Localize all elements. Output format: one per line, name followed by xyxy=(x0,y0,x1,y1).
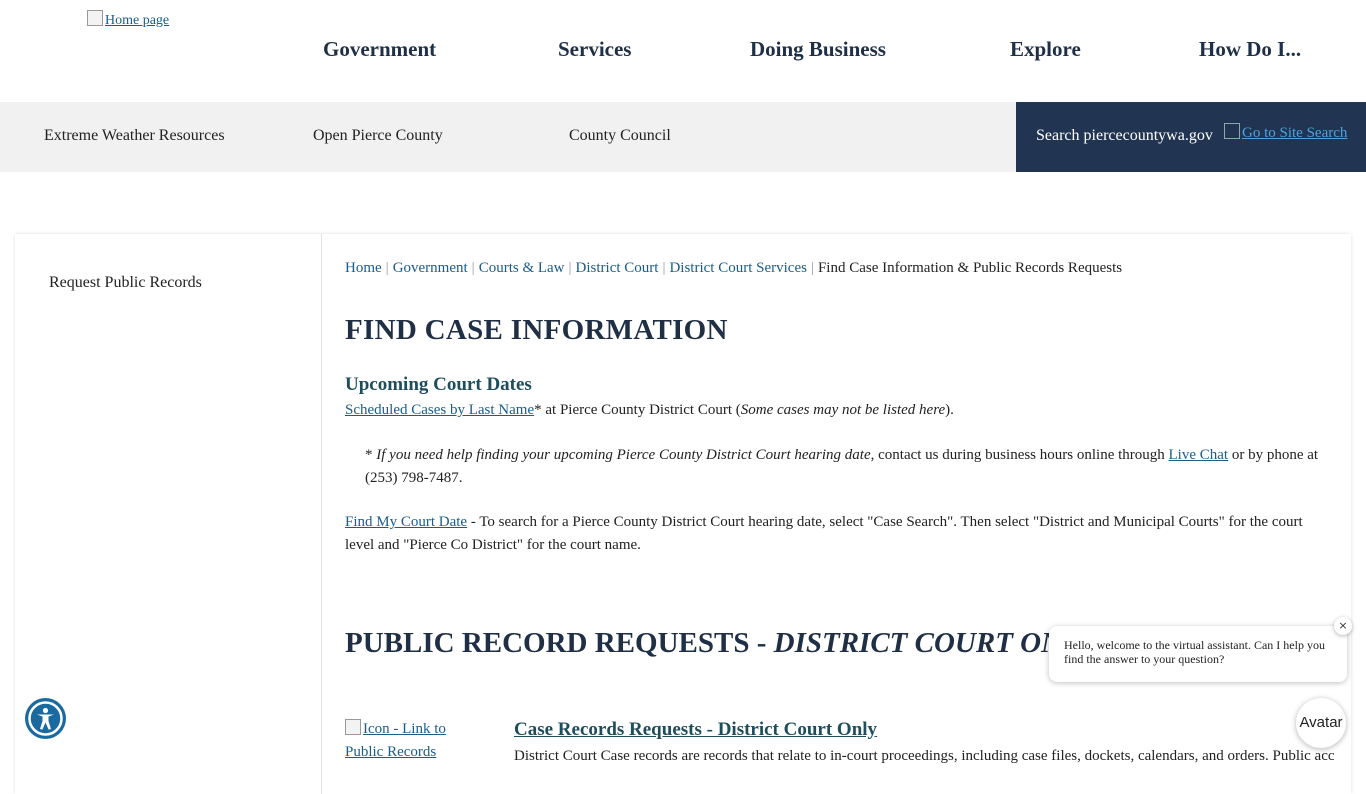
util-open-pierce-county[interactable]: Open Pierce County xyxy=(313,127,443,145)
chat-close-button[interactable]: × xyxy=(1334,617,1352,635)
breadcrumb-district-court-services[interactable]: District Court Services xyxy=(669,260,806,276)
utility-bar: Extreme Weather Resources Open Pierce Co… xyxy=(0,102,1016,172)
help-paragraph: * If you need help finding your upcoming… xyxy=(365,444,1325,490)
nav-government[interactable]: Government xyxy=(323,37,436,62)
public-records-title-plain: PUBLIC RECORD REQUESTS - xyxy=(345,627,774,659)
help-star: * xyxy=(365,447,377,463)
nav-how-do-i[interactable]: How Do I... xyxy=(1199,37,1301,62)
util-extreme-weather[interactable]: Extreme Weather Resources xyxy=(44,127,225,145)
nav-explore[interactable]: Explore xyxy=(1010,37,1081,62)
help-mid: , contact us during business hours onlin… xyxy=(870,447,1169,463)
breadcrumb: Home | Government | Courts & Law | District Co… xyxy=(345,260,1122,277)
logo-alt-text: Home page xyxy=(105,13,170,28)
breadcrumb-courts-law[interactable]: Courts & Law xyxy=(479,260,565,276)
content-card: Request Public Records Home | Government | C… xyxy=(15,234,1351,794)
breadcrumb-district-court[interactable]: District Court xyxy=(576,260,659,276)
broken-image-icon xyxy=(87,10,103,26)
nav-services[interactable]: Services xyxy=(558,37,631,62)
breadcrumb-separator: | xyxy=(810,260,814,276)
chat-message: Hello, welcome to the virtual assistant.… xyxy=(1064,638,1325,666)
main-nav: Government Services Doing Business Explo… xyxy=(0,37,1366,67)
chat-avatar-button[interactable]: Avatar xyxy=(1296,698,1346,748)
find-court-date-paragraph: Find My Court Date - To search for a Pie… xyxy=(345,511,1325,557)
page-title: FIND CASE INFORMATION xyxy=(345,314,728,346)
public-records-icon-link[interactable]: Icon - Link to Public Records xyxy=(345,718,465,764)
breadcrumb-separator: | xyxy=(471,260,475,276)
search-input[interactable]: Search piercecountywa.gov xyxy=(1036,127,1213,145)
public-records-title: PUBLIC RECORD REQUESTS - DISTRICT COURT … xyxy=(345,627,1096,660)
accessibility-icon[interactable] xyxy=(25,698,66,739)
sidebar-item-request-public-records[interactable]: Request Public Records xyxy=(49,274,202,292)
breadcrumb-separator: | xyxy=(662,260,666,276)
find-my-court-date-link[interactable]: Find My Court Date xyxy=(345,514,467,530)
find-text: - To search for a Pierce County District… xyxy=(345,514,1303,553)
home-logo-link[interactable]: Home page xyxy=(87,10,169,29)
breadcrumb-separator: | xyxy=(568,260,572,276)
accessibility-figure-icon xyxy=(28,701,63,736)
breadcrumb-separator: | xyxy=(385,260,389,276)
scheduled-cases-paragraph: Scheduled Cases by Last Name* at Pierce … xyxy=(345,402,954,419)
breadcrumb-government[interactable]: Government xyxy=(393,260,468,276)
scheduled-end: ). xyxy=(945,402,954,418)
scheduled-suffix: * at Pierce County District Court ( xyxy=(534,402,741,418)
broken-image-icon xyxy=(345,719,361,735)
upcoming-court-dates-heading: Upcoming Court Dates xyxy=(345,374,532,395)
search-icon xyxy=(1224,123,1240,139)
site-search: Search piercecountywa.gov Go to Site Sea… xyxy=(1016,102,1366,172)
breadcrumb-home[interactable]: Home xyxy=(345,260,382,276)
case-records-description: District Court Case records are records … xyxy=(514,748,1334,764)
search-go-label: Go to Site Search xyxy=(1242,125,1348,141)
nav-doing-business[interactable]: Doing Business xyxy=(750,37,886,62)
scheduled-cases-link[interactable]: Scheduled Cases by Last Name xyxy=(345,402,534,418)
help-italic: If you need help finding your upcoming P… xyxy=(376,447,871,463)
breadcrumb-current: Find Case Information & Public Records R… xyxy=(817,260,1123,276)
chat-bubble[interactable]: Hello, welcome to the virtual assistant.… xyxy=(1049,626,1347,682)
case-records-requests-link[interactable]: Case Records Requests - District Court O… xyxy=(514,719,877,741)
scheduled-note: Some cases may not be listed here xyxy=(740,402,946,418)
util-county-council[interactable]: County Council xyxy=(569,127,671,145)
site-header: Home page Government Services Doing Busi… xyxy=(0,0,1366,102)
public-records-title-italic: DISTRICT COURT ONLY xyxy=(773,627,1097,659)
live-chat-link[interactable]: Live Chat xyxy=(1169,447,1229,463)
search-go-button[interactable]: Go to Site Search xyxy=(1224,123,1347,142)
